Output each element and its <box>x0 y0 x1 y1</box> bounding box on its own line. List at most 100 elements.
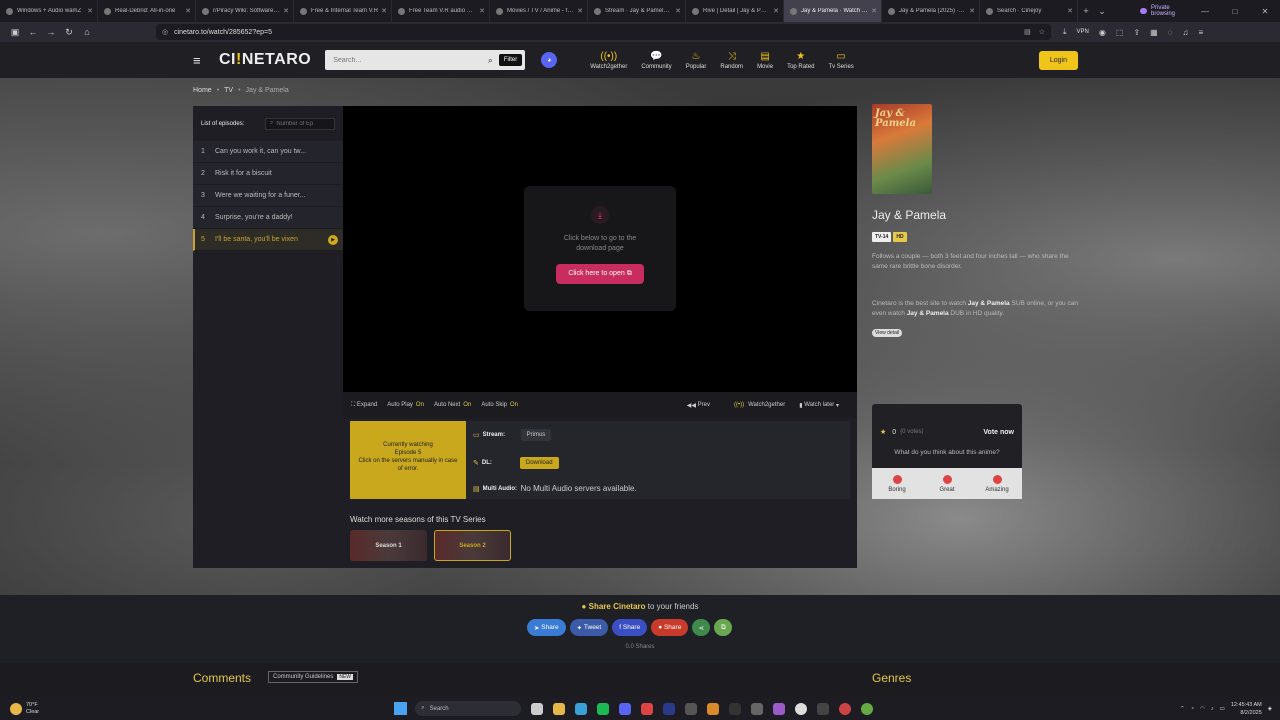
episode-item[interactable]: 5 I'll be santa, you'll be vixen ▶ <box>193 229 343 251</box>
twitter-share-button[interactable]: ✦ Tweet <box>569 619 609 636</box>
notifications-icon[interactable]: ♫ <box>1182 28 1188 37</box>
app-icon[interactable] <box>773 702 786 715</box>
new-tab-button[interactable]: + <box>1078 6 1094 16</box>
season-1-card[interactable]: Season 1 <box>350 530 427 561</box>
telegram-share-button[interactable]: ➤ Share <box>527 619 566 636</box>
reaction-amazing[interactable]: Amazing <box>972 468 1022 499</box>
forward-icon[interactable]: → <box>42 27 60 37</box>
downloads-icon[interactable]: ⤓ <box>1063 27 1067 37</box>
community-guidelines-button[interactable]: Community Guidelines NEW <box>268 671 359 683</box>
chevron-up-icon[interactable]: ⌃ <box>1180 706 1185 712</box>
filter-button[interactable]: Filter <box>498 54 523 66</box>
extensions-icon[interactable]: ⬚ <box>1116 28 1124 37</box>
nav-item-community[interactable]: 💬 Community <box>634 51 678 70</box>
reader-view-icon[interactable]: ▤ <box>1024 28 1031 36</box>
auto-next-toggle[interactable]: Auto Next On <box>434 402 471 408</box>
app-icon[interactable] <box>839 702 852 715</box>
nav-item-watch2gether[interactable]: ((•)) Watch2gether <box>583 51 634 70</box>
close-tab-icon[interactable]: ✕ <box>185 7 191 15</box>
breadcrumb-home[interactable]: Home <box>193 87 212 94</box>
login-button[interactable]: Login <box>1038 50 1078 70</box>
url-text[interactable]: cinetaro.to/watch/285652?ep=5 <box>174 29 272 36</box>
app-icon[interactable] <box>729 702 742 715</box>
app-icon[interactable] <box>707 702 720 715</box>
download-server-button[interactable]: Download <box>519 457 559 469</box>
browser-tab[interactable]: Free & Internal Team V.R ✕ <box>294 0 392 22</box>
close-tab-icon[interactable]: ✕ <box>773 7 779 15</box>
browser-tab[interactable]: Stream · Jay & Pamela · Ci ✕ <box>588 0 686 22</box>
vpn-button[interactable]: VPN <box>1077 29 1089 35</box>
photoshop-app-icon[interactable] <box>663 702 676 715</box>
browser-tab[interactable]: Jay & Pamela · Watch On ✕ <box>784 0 882 22</box>
episode-item[interactable]: 3 Were we waiting for a funer... <box>193 185 343 207</box>
episode-number-input[interactable] <box>276 120 332 127</box>
search-icon[interactable]: ⌕ <box>488 55 493 66</box>
copy-link-button[interactable]: ⧉ <box>714 619 733 636</box>
extension-badge-icon[interactable]: ▦ <box>1150 28 1158 37</box>
view-detail-button[interactable]: View detail <box>872 329 903 337</box>
browser-tab[interactable]: r/Piracy Wiki: Software Do...✕ <box>196 0 294 22</box>
share-icon[interactable]: ⇪ <box>1133 28 1140 37</box>
wifi-icon[interactable]: ◠ <box>1200 706 1205 712</box>
app-icon[interactable] <box>817 702 830 715</box>
episode-item[interactable]: 4 Surprise, you're a daddy! <box>193 207 343 229</box>
stream-server-button[interactable]: Primus <box>520 429 552 441</box>
reaction-boring[interactable]: Boring <box>872 468 922 499</box>
site-search-input[interactable] <box>333 56 488 64</box>
reddit-share-button[interactable]: ● Share <box>651 619 689 636</box>
browser-tab[interactable]: Movies / TV / Anime - free ✕ <box>490 0 588 22</box>
terminal-app-icon[interactable] <box>685 702 698 715</box>
breadcrumb-tv[interactable]: TV <box>224 87 233 94</box>
close-tab-icon[interactable]: ✕ <box>87 7 93 15</box>
reaction-great[interactable]: Great <box>922 468 972 499</box>
tab-list-icon[interactable]: ⌄ <box>1094 6 1110 17</box>
expand-button[interactable]: ⛶ Expand <box>351 402 377 409</box>
discord-icon[interactable]: ◕ <box>541 52 558 68</box>
nav-item-tv-series[interactable]: ▭ Tv Series <box>821 51 860 70</box>
maximize-icon[interactable]: □ <box>1220 7 1250 16</box>
browser-tab[interactable]: Search · Cinejoy ✕ <box>980 0 1078 22</box>
nav-item-movie[interactable]: ▤ Movie <box>750 51 780 70</box>
close-window-icon[interactable]: ✕ <box>1250 7 1280 16</box>
nav-item-random[interactable]: ⤨ Random <box>713 51 750 70</box>
episode-item[interactable]: 2 Risk it for a biscuit <box>193 163 343 185</box>
edge-app-icon[interactable] <box>575 702 588 715</box>
browser-tab[interactable]: Real-Debrid: All-in-one ✕ <box>98 0 196 22</box>
close-tab-icon[interactable]: ✕ <box>577 7 583 15</box>
browser-tab[interactable]: Windows + Audio wamZ ✕ <box>0 0 98 22</box>
season-2-card[interactable]: Season 2 <box>434 530 511 561</box>
site-info-icon[interactable]: ◎ <box>162 28 168 36</box>
windows-start-icon[interactable] <box>394 702 408 715</box>
bookmark-star-icon[interactable]: ☆ <box>1039 28 1045 36</box>
hamburger-menu-icon[interactable]: ≡ <box>193 53 205 68</box>
open-download-button[interactable]: Click here to open ⧉ <box>556 264 644 284</box>
network-icon[interactable]: ◔ <box>1191 706 1194 712</box>
video-player[interactable]: ⤓ Click below to go to the download page… <box>343 106 857 392</box>
browser-tab[interactable]: Jay & Pamela (2025) · Wa ✕ <box>882 0 980 22</box>
close-tab-icon[interactable]: ✕ <box>479 7 485 15</box>
facebook-share-button[interactable]: f Share <box>612 619 648 636</box>
vote-now-button[interactable]: Vote now <box>983 429 1014 436</box>
nav-item-popular[interactable]: ♨ Popular <box>679 51 714 70</box>
close-tab-icon[interactable]: ✕ <box>381 7 387 15</box>
close-tab-icon[interactable]: ✕ <box>871 7 877 15</box>
app-icon[interactable] <box>861 702 874 715</box>
app-icon[interactable] <box>641 702 654 715</box>
reload-icon[interactable]: ↻ <box>60 27 78 38</box>
sidebar-toggle-icon[interactable]: ▣ <box>6 27 24 38</box>
close-tab-icon[interactable]: ✕ <box>1067 7 1073 15</box>
close-tab-icon[interactable]: ✕ <box>675 7 681 15</box>
menu-icon[interactable]: ≡ <box>1198 28 1203 37</box>
episode-item[interactable]: 1 Can you work it, can you tw... <box>193 141 343 163</box>
account-icon[interactable]: ◉ <box>1099 28 1106 37</box>
app-icon[interactable] <box>751 702 764 715</box>
file-explorer-icon[interactable] <box>553 702 566 715</box>
app-icon[interactable] <box>795 702 808 715</box>
browser-tab[interactable]: Free Team V.R audio mixe ✕ <box>392 0 490 22</box>
home-icon[interactable]: ⌂ <box>78 27 96 37</box>
volume-icon[interactable]: ♪ <box>1211 706 1214 712</box>
notification-bell-icon[interactable]: ◈ <box>1268 706 1272 712</box>
sync-icon[interactable]: ◌ <box>1168 28 1173 37</box>
auto-skip-toggle[interactable]: Auto Skip On <box>481 402 518 408</box>
discord-app-icon[interactable] <box>619 702 632 715</box>
